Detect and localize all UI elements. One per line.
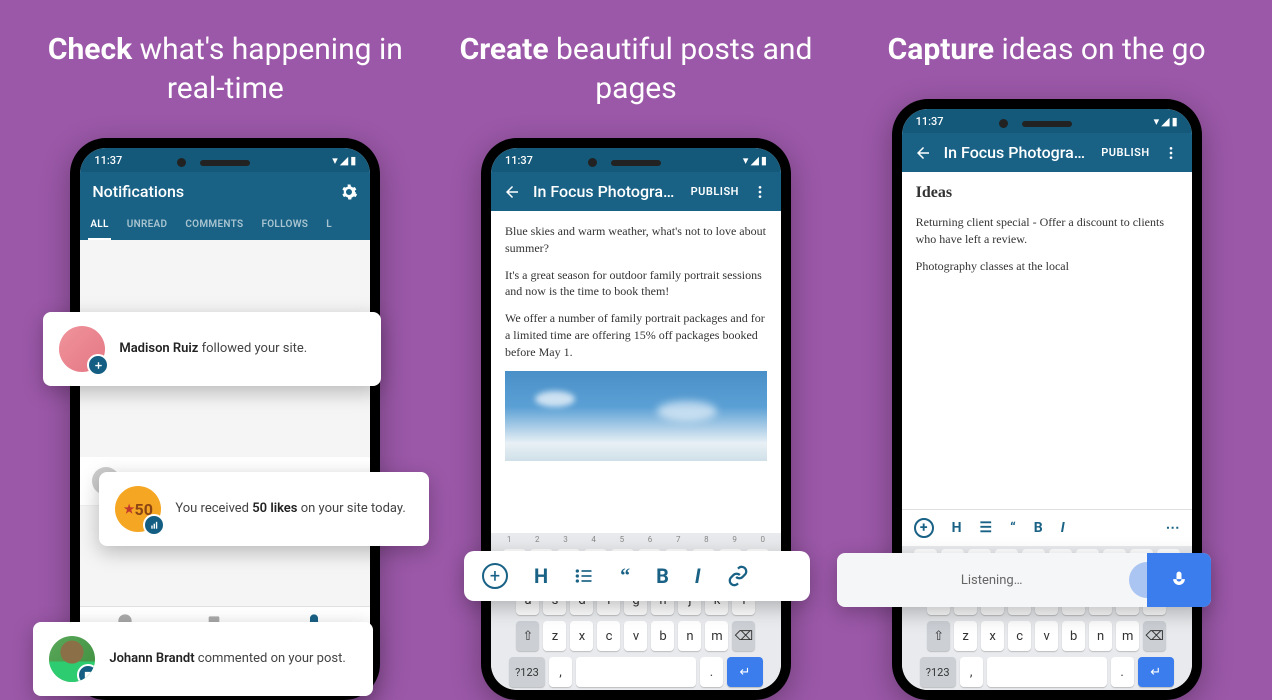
notification-card-likes[interactable]: ★50 You received 50 likes on your site t… <box>99 472 429 546</box>
stats-badge-icon <box>143 514 165 536</box>
editor-body[interactable]: Blue skies and warm weather, what's not … <box>491 211 781 533</box>
status-bar: 11:37 ▾◢▮ <box>80 148 370 172</box>
tab-follows[interactable]: FOLLOWS <box>259 211 310 240</box>
add-block-button[interactable]: + <box>914 518 934 538</box>
shift-key: ⇧ <box>516 621 539 651</box>
tab-likes[interactable]: L <box>324 211 334 240</box>
italic-button[interactable]: I <box>695 564 701 588</box>
post-image[interactable] <box>505 371 767 461</box>
post-title: In Focus Photogra… <box>944 143 1090 162</box>
tab-all[interactable]: ALL <box>88 211 110 240</box>
app-bar: Notifications <box>80 172 370 211</box>
phone-notifications: 11:37 ▾◢▮ Notifications ALL UNREAD COMME… <box>70 138 380 700</box>
publish-button[interactable]: PUBLISH <box>1101 146 1149 159</box>
backspace-key: ⌫ <box>732 621 755 651</box>
more-icon[interactable] <box>751 183 769 201</box>
back-arrow-icon[interactable] <box>503 183 521 201</box>
headline-capture: Capture ideas on the go <box>888 30 1206 69</box>
italic-button[interactable]: I <box>1061 520 1065 536</box>
post-title: In Focus Photogra… <box>533 182 679 201</box>
comment-badge-icon <box>77 664 95 682</box>
more-icon[interactable] <box>1162 144 1180 162</box>
phone-voice: 11:37 ▾◢▮ In Focus Photogra… PUBLISH Ide… <box>892 99 1202 700</box>
notification-tabs: ALL UNREAD COMMENTS FOLLOWS L <box>80 211 370 240</box>
list-button[interactable] <box>574 566 594 586</box>
plus-badge-icon <box>87 354 109 376</box>
wifi-icon: ▾ <box>332 154 338 167</box>
publish-button[interactable]: PUBLISH <box>691 185 739 198</box>
status-bar: 11:37 ▾◢▮ <box>491 148 781 172</box>
editor-toolbar: + H “ B I <box>464 551 810 601</box>
status-bar: 11:37 ▾◢▮ <box>902 109 1192 133</box>
app-bar: In Focus Photogra… PUBLISH <box>902 133 1192 172</box>
notification-card-follow[interactable]: Madison Ruiz followed your site. <box>43 312 381 386</box>
bold-button[interactable]: B <box>656 564 669 588</box>
headline-create: Create beautiful posts and pages <box>436 30 836 108</box>
editor-body[interactable]: Ideas Returning client special - Offer a… <box>902 172 1192 509</box>
link-button[interactable] <box>727 565 749 587</box>
signal-icon: ◢ <box>340 154 348 167</box>
heading-button[interactable]: H <box>534 564 548 588</box>
list-button[interactable]: ☰ <box>980 520 993 536</box>
heading-button[interactable]: H <box>952 520 962 536</box>
voice-input-bar[interactable]: Listening… <box>837 553 1211 607</box>
screen-title: Notifications <box>92 182 328 201</box>
tab-unread[interactable]: UNREAD <box>125 211 170 240</box>
listening-label: Listening… <box>837 573 1147 588</box>
app-bar: In Focus Photogra… PUBLISH <box>491 172 781 211</box>
headline-check: Check what's happening in real-time <box>25 30 425 108</box>
bold-button[interactable]: B <box>1034 520 1043 536</box>
mic-button[interactable] <box>1147 553 1211 607</box>
add-block-button[interactable]: + <box>482 563 508 589</box>
gear-icon[interactable] <box>340 183 358 201</box>
phone-editor: 11:37 ▾◢▮ In Focus Photogra… PUBLISH Blu… <box>481 138 791 700</box>
notification-card-comment[interactable]: Johann Brandt commented on your post. <box>33 622 373 696</box>
quote-button[interactable]: “ <box>620 565 630 588</box>
quote-button[interactable]: “ <box>1010 520 1016 536</box>
battery-icon: ▮ <box>350 154 356 167</box>
more-toolbar-icon[interactable]: ⋯ <box>1166 520 1180 536</box>
mini-toolbar: + H ☰ “ B I ⋯ <box>902 509 1192 546</box>
tab-comments[interactable]: COMMENTS <box>183 211 245 240</box>
back-arrow-icon[interactable] <box>914 144 932 162</box>
enter-key: ↵ <box>727 657 763 687</box>
